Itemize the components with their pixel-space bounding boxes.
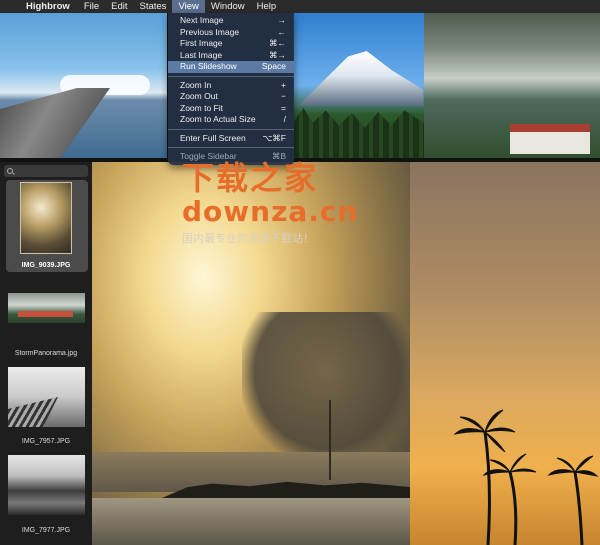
menu-item-full-screen[interactable]: Enter Full Screen ⌥⌘F xyxy=(168,133,294,145)
thumbnail-label: IMG_7977.JPG xyxy=(21,527,71,534)
menu-states[interactable]: States xyxy=(134,0,173,13)
menu-item-shortcut: ⌘→ xyxy=(269,49,286,60)
menu-separator xyxy=(168,147,294,148)
palm-trees-shape xyxy=(453,409,599,545)
menu-item-first-image[interactable]: First Image ⌘← xyxy=(168,38,294,50)
thumbnail-image[interactable] xyxy=(8,293,85,323)
thumbnail-image[interactable] xyxy=(8,367,85,427)
menu-help[interactable]: Help xyxy=(251,0,283,13)
thumbnail-label-text: IMG_9039.JPG xyxy=(18,262,74,269)
menu-item-run-slideshow[interactable]: Run Slideshow Space xyxy=(168,61,294,73)
search-input[interactable] xyxy=(16,166,86,176)
menu-item-label: Enter Full Screen xyxy=(180,132,246,143)
mountain-photo[interactable] xyxy=(293,13,424,158)
menu-item-label: Zoom Out xyxy=(180,91,218,101)
menu-item-shortcut: → xyxy=(277,15,287,25)
menu-item-zoom-in[interactable]: Zoom In + xyxy=(168,80,294,92)
thumbnail-image[interactable] xyxy=(20,182,72,254)
storm-photo[interactable] xyxy=(424,13,600,158)
menu-separator xyxy=(168,128,294,130)
menu-item-shortcut: + xyxy=(281,79,286,90)
menu-item-previous-image[interactable]: Previous Image ← xyxy=(168,27,294,39)
pier-photo[interactable] xyxy=(0,13,167,158)
secondary-image-view[interactable] xyxy=(410,162,600,545)
menu-item-label: Run Slideshow xyxy=(180,61,237,71)
treeline-shape xyxy=(293,108,424,158)
menu-item-label: Zoom to Fit xyxy=(180,102,223,113)
menu-item-label: Previous Image xyxy=(180,26,240,37)
watermark-slogan: 国内最专业的资源下载站！ xyxy=(182,232,314,245)
watermark-domain: downza.cn xyxy=(182,195,359,228)
menu-item-label: Zoom In xyxy=(180,79,212,90)
menu-item-shortcut: − xyxy=(281,91,286,101)
pier-shape xyxy=(0,88,110,158)
menu-separator xyxy=(168,75,294,77)
menu-item-label: Last Image xyxy=(180,49,223,60)
thumbnail-label: StormPanorama.jpg xyxy=(14,350,78,357)
menu-item-label: Zoom to Actual Size xyxy=(180,114,256,124)
menu-item-shortcut: ← xyxy=(277,26,287,37)
menu-item-shortcut: = xyxy=(281,102,286,113)
menu-item-shortcut: Space xyxy=(261,61,286,71)
menu-view[interactable]: View xyxy=(172,0,205,13)
cloud-shape xyxy=(242,312,412,462)
menu-item-shortcut: ⌥⌘F xyxy=(262,132,287,143)
menu-item-last-image[interactable]: Last Image ⌘→ xyxy=(168,50,294,62)
menu-item-label: First Image xyxy=(180,38,223,48)
watermark-title: 下载之家 xyxy=(182,159,319,197)
radio-tower-shape xyxy=(329,400,331,480)
view-menu-dropdown: Next Image → Previous Image ← First Image ⌘… xyxy=(168,13,294,165)
mountain-peak-shape xyxy=(298,51,423,106)
menu-item-zoom-actual-size[interactable]: Zoom to Actual Size / xyxy=(168,114,294,126)
thumbnail-image[interactable] xyxy=(8,455,85,515)
thumbnail-label: IMG_9039.JPG xyxy=(0,262,92,269)
menu-edit[interactable]: Edit xyxy=(105,0,133,13)
sidebar: IMG_9039.JPG StormPanorama.jpg IMG_7957.… xyxy=(0,162,92,545)
app-menu[interactable]: Highbrow xyxy=(24,1,78,12)
search-icon xyxy=(7,168,13,174)
menu-item-next-image[interactable]: Next Image → xyxy=(168,15,294,27)
menu-item-zoom-out[interactable]: Zoom Out − xyxy=(168,91,294,103)
watermark: 下载之家 downza.cn 国内最专业的资源下载站！ xyxy=(182,153,358,246)
menu-item-zoom-to-fit[interactable]: Zoom to Fit = xyxy=(168,103,294,115)
sea-shape xyxy=(92,498,410,545)
menu-item-label: Next Image xyxy=(180,15,224,25)
menu-file[interactable]: File xyxy=(78,0,105,13)
house-shape xyxy=(510,124,590,154)
thumbnail-label: IMG_7957.JPG xyxy=(21,438,71,445)
menu-item-shortcut: ⌘← xyxy=(269,38,286,48)
menu-item-shortcut: / xyxy=(283,114,286,124)
menu-bar: Highbrow File Edit States View Window He… xyxy=(0,0,600,13)
menu-window[interactable]: Window xyxy=(205,0,251,13)
search-field[interactable] xyxy=(4,165,88,177)
